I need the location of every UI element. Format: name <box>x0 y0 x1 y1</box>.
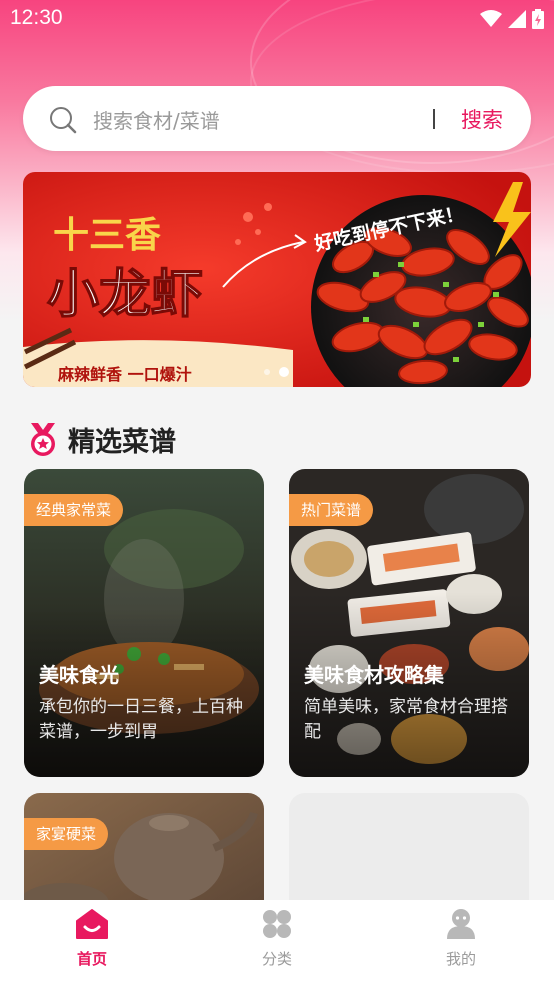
nav-category-label: 分类 <box>261 950 292 968</box>
medal-icon <box>31 422 55 456</box>
search-icon <box>50 107 77 134</box>
recipe-card-2[interactable]: 热门菜谱 美味食材攻略集 简单美味，家常食材合理搭配 <box>289 469 529 777</box>
nav-profile-label: 我的 <box>445 950 476 968</box>
nav-profile[interactable]: 我的 <box>411 908 511 969</box>
banner-title-2: 小龙虾 <box>47 265 203 325</box>
battery-icon <box>532 9 544 29</box>
banner-dot-1[interactable] <box>264 369 270 375</box>
card-1-desc: 承包你的一日三餐，上百种菜谱，一步到胃 <box>39 697 243 742</box>
profile-icon <box>447 909 475 939</box>
section-title: 精选菜谱 <box>68 427 176 458</box>
card-2-tag: 热门菜谱 <box>289 494 374 526</box>
category-icon <box>263 910 291 938</box>
signal-icon <box>508 10 526 28</box>
banner-subtitle: 麻辣鲜香 一口爆汁 <box>57 365 192 384</box>
card-2-desc: 简单美味，家常食材合理搭配 <box>304 697 508 742</box>
search-bar[interactable]: 搜索食材/菜谱 搜索 <box>23 86 531 151</box>
banner-title-1: 十三香 <box>53 215 161 256</box>
promo-banner[interactable]: 十三香 小龙虾 好吃到停不下来！ 麻辣鲜香 一口爆汁 <box>23 172 531 387</box>
search-input[interactable]: 搜索食材/菜谱 <box>93 105 220 134</box>
card-3-tag: 家宴硬菜 <box>24 818 109 850</box>
bottom-nav: 首页 分类 我的 <box>0 900 554 984</box>
nav-home[interactable]: 首页 <box>42 908 142 969</box>
wifi-icon <box>480 10 502 27</box>
nav-home-label: 首页 <box>76 950 107 968</box>
nav-category[interactable]: 分类 <box>227 908 327 969</box>
recipe-card-1[interactable]: 经典家常菜 美味食光 承包你的一日三餐，上百种菜谱，一步到胃 <box>24 469 264 777</box>
banner-dot-2[interactable] <box>279 367 289 377</box>
status-time: 12:30 <box>10 6 63 29</box>
section-header: 精选菜谱 <box>28 420 176 459</box>
card-1-title: 美味食光 <box>39 663 119 687</box>
search-button[interactable]: 搜索 <box>461 104 503 134</box>
card-1-tag: 经典家常菜 <box>24 494 124 526</box>
home-icon <box>76 909 108 939</box>
search-divider <box>433 109 435 129</box>
status-icons <box>480 9 544 29</box>
card-2-title: 美味食材攻略集 <box>304 663 444 687</box>
status-bar: 12:30 <box>0 0 554 38</box>
